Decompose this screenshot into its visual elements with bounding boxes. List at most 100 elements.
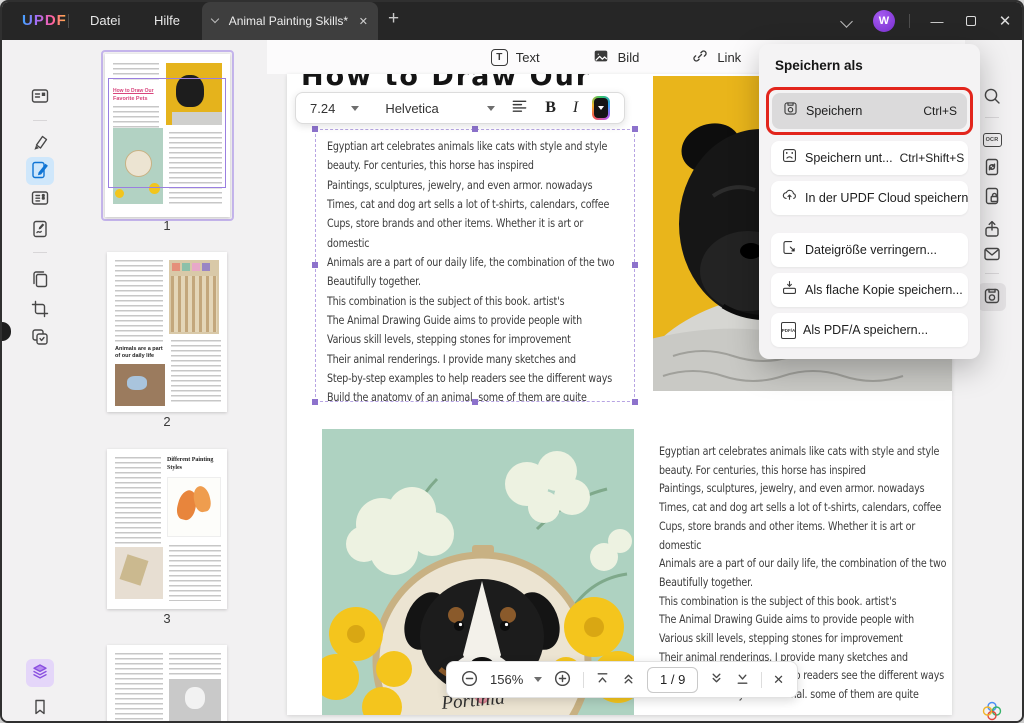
page-tools-button[interactable] [26,266,54,294]
share-icon [982,219,1002,242]
comment-tool-button[interactable] [26,130,54,158]
menu-item-speichern-unter[interactable]: Speichern unt... Ctrl+Shift+S [771,141,968,175]
text-tool-label: Text [515,49,540,65]
font-size-chevron-icon[interactable] [351,105,360,111]
selection-handle-w[interactable] [312,262,318,268]
thumbnail-page-4[interactable] [107,645,227,721]
panel-collapse-handle[interactable] [2,322,11,341]
search-button[interactable] [978,83,1006,111]
previous-page-button[interactable] [621,671,636,689]
stamp-icon [30,327,50,350]
pages-copy-icon [30,269,50,292]
selection-handle-nw[interactable] [312,126,318,132]
search-icon [982,86,1002,109]
right-rail-divider-2 [985,273,999,274]
selection-handle-e[interactable] [632,262,638,268]
close-button[interactable]: ✕ [988,12,1022,30]
edit-pencil-icon [30,160,50,183]
font-name-value[interactable]: Helvetica [385,101,487,116]
ocr-button[interactable]: OCR [978,126,1006,154]
zoom-chevron-icon[interactable] [534,677,543,682]
thumbnail-panel: How to Draw Our Favorite Pets 1 Animals … [62,40,267,721]
menu-item-flache-kopie[interactable]: Als flache Kopie speichern... [771,273,968,307]
selection-handle-se[interactable] [632,399,638,405]
reader-view-button[interactable] [26,83,54,111]
font-color-button[interactable] [592,96,610,120]
menu-datei[interactable]: Datei [80,2,130,40]
organize-pages-icon [30,188,50,211]
selected-text-block[interactable]: Egyptian art celebrates animals like cat… [315,129,635,402]
menu-item-pdfa-speichern[interactable]: PDF/A Als PDF/A speichern... [771,313,968,347]
menu-item-label: In der UPDF Cloud speichern [805,191,969,205]
mail-button[interactable] [978,241,1006,269]
image-tool-button[interactable]: Bild [592,47,639,68]
convert-button[interactable] [978,154,1006,182]
bookmark-panel-button[interactable] [26,694,54,721]
first-page-button[interactable] [595,671,610,689]
thumbnail-page-1[interactable]: How to Draw Our Favorite Pets [105,54,230,217]
crop-tool-button[interactable] [26,296,54,324]
protect-button[interactable] [978,183,1006,211]
font-name-chevron-icon[interactable] [487,105,496,111]
double-chevron-up-icon [621,671,636,689]
zoom-in-icon [553,669,572,691]
left-rail-divider [33,120,47,121]
thumb2-text-lines-2 [171,340,221,404]
link-tool-button[interactable]: Link [691,47,741,68]
save-as-menu-title: Speichern als [775,58,863,73]
font-size-value[interactable]: 7.24 [310,101,335,116]
updf-window: UPDF Datei Hilfe Animal Painting Skills*… [0,0,1024,723]
organize-pages-button[interactable] [26,185,54,213]
save-as-icon [781,147,798,169]
page-number-input[interactable]: 1 / 9 [647,666,699,693]
new-tab-button[interactable]: + [388,8,399,30]
thumb3-heading: Different Painting Styles [167,457,214,471]
thumbnail-page-3[interactable]: Different Painting Styles [107,449,227,609]
zoom-level-value[interactable]: 156% [490,672,523,687]
share-button[interactable] [978,216,1006,244]
menu-item-dateigroesse-verringern[interactable]: Dateigröße verringern... [771,233,968,267]
selection-handle-sw[interactable] [312,399,318,405]
zoom-out-button[interactable] [460,669,479,691]
crop-icon [30,299,50,322]
selection-handle-n[interactable] [472,126,478,132]
menu-hilfe[interactable]: Hilfe [144,2,190,40]
titlebar-chevron-down-icon[interactable] [840,14,853,28]
ai-assistant-button[interactable] [978,698,1006,721]
go-to-top-icon [595,671,610,689]
selection-handle-ne[interactable] [632,126,638,132]
right-rail-divider [985,117,999,118]
zoom-page-toolbar: 156% 1 / 9 ✕ [446,661,798,698]
text-tool-button[interactable]: T Text [490,48,540,66]
fill-sign-button[interactable] [26,216,54,244]
stamp-tool-button[interactable] [26,324,54,352]
go-to-bottom-icon [735,671,750,689]
document-tab[interactable]: Animal Painting Skills* ✕ [202,2,378,40]
titlebar-divider [68,14,69,28]
layers-panel-button[interactable] [26,659,54,687]
tab-chevron-down-icon[interactable] [210,14,220,24]
avatar[interactable]: W [873,10,895,32]
tab-close-icon[interactable]: ✕ [359,15,368,28]
menu-item-shortcut: Ctrl+Shift+S [899,151,965,165]
menu-item-cloud-speichern[interactable]: In der UPDF Cloud speichern [771,181,968,215]
next-page-button[interactable] [709,671,724,689]
selection-handle-s[interactable] [472,399,478,405]
align-button[interactable] [511,98,528,118]
updf-logo: UPDF [22,12,67,29]
close-toolbar-button[interactable]: ✕ [773,672,784,688]
maximize-icon [966,15,976,26]
toolbar-divider [583,671,585,688]
save-panel-button[interactable] [978,283,1006,311]
maximize-button[interactable] [954,14,988,29]
menu-item-speichern[interactable]: Speichern Ctrl+S [772,93,967,129]
thumbnail-page-2[interactable]: Animals are a part of our daily life [107,252,227,412]
thumb1-viewport-indicator[interactable] [108,78,226,188]
last-page-button[interactable] [735,671,750,689]
italic-button[interactable]: I [573,99,578,117]
envelope-icon [982,244,1002,267]
bold-button[interactable]: B [545,99,556,117]
zoom-in-button[interactable] [553,669,572,691]
edit-pdf-button[interactable] [26,157,54,185]
minimize-button[interactable]: — [920,14,954,29]
